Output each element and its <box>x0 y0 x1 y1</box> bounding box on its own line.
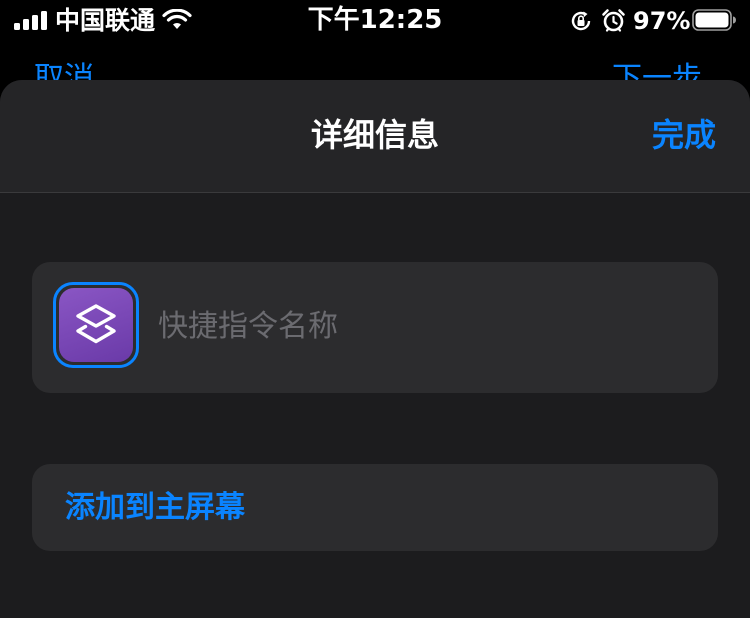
shortcut-name-input[interactable] <box>158 302 688 350</box>
done-button[interactable]: 完成 <box>652 115 716 155</box>
sheet-header: 详细信息 完成 <box>0 80 750 193</box>
shortcut-icon-button[interactable] <box>53 282 139 368</box>
shortcut-name-card <box>32 262 718 393</box>
alarm-icon <box>602 9 625 32</box>
battery-percent: 97% <box>633 7 691 35</box>
shortcuts-layers-icon <box>59 288 133 362</box>
battery-icon <box>692 9 736 31</box>
add-to-home-screen-label: 添加到主屏幕 <box>65 490 245 525</box>
screen: 中国联通 下午12:25 97% 取消 下一步 详细信息 完成 快捷指令名称 添… <box>0 0 750 618</box>
add-to-home-screen-button[interactable]: 添加到主屏幕 <box>32 464 718 551</box>
status-bar: 中国联通 下午12:25 97% <box>0 0 750 44</box>
details-sheet: 详细信息 完成 添加到主屏幕 <box>0 80 750 618</box>
sheet-title: 详细信息 <box>310 116 439 154</box>
orientation-lock-icon <box>571 11 591 31</box>
